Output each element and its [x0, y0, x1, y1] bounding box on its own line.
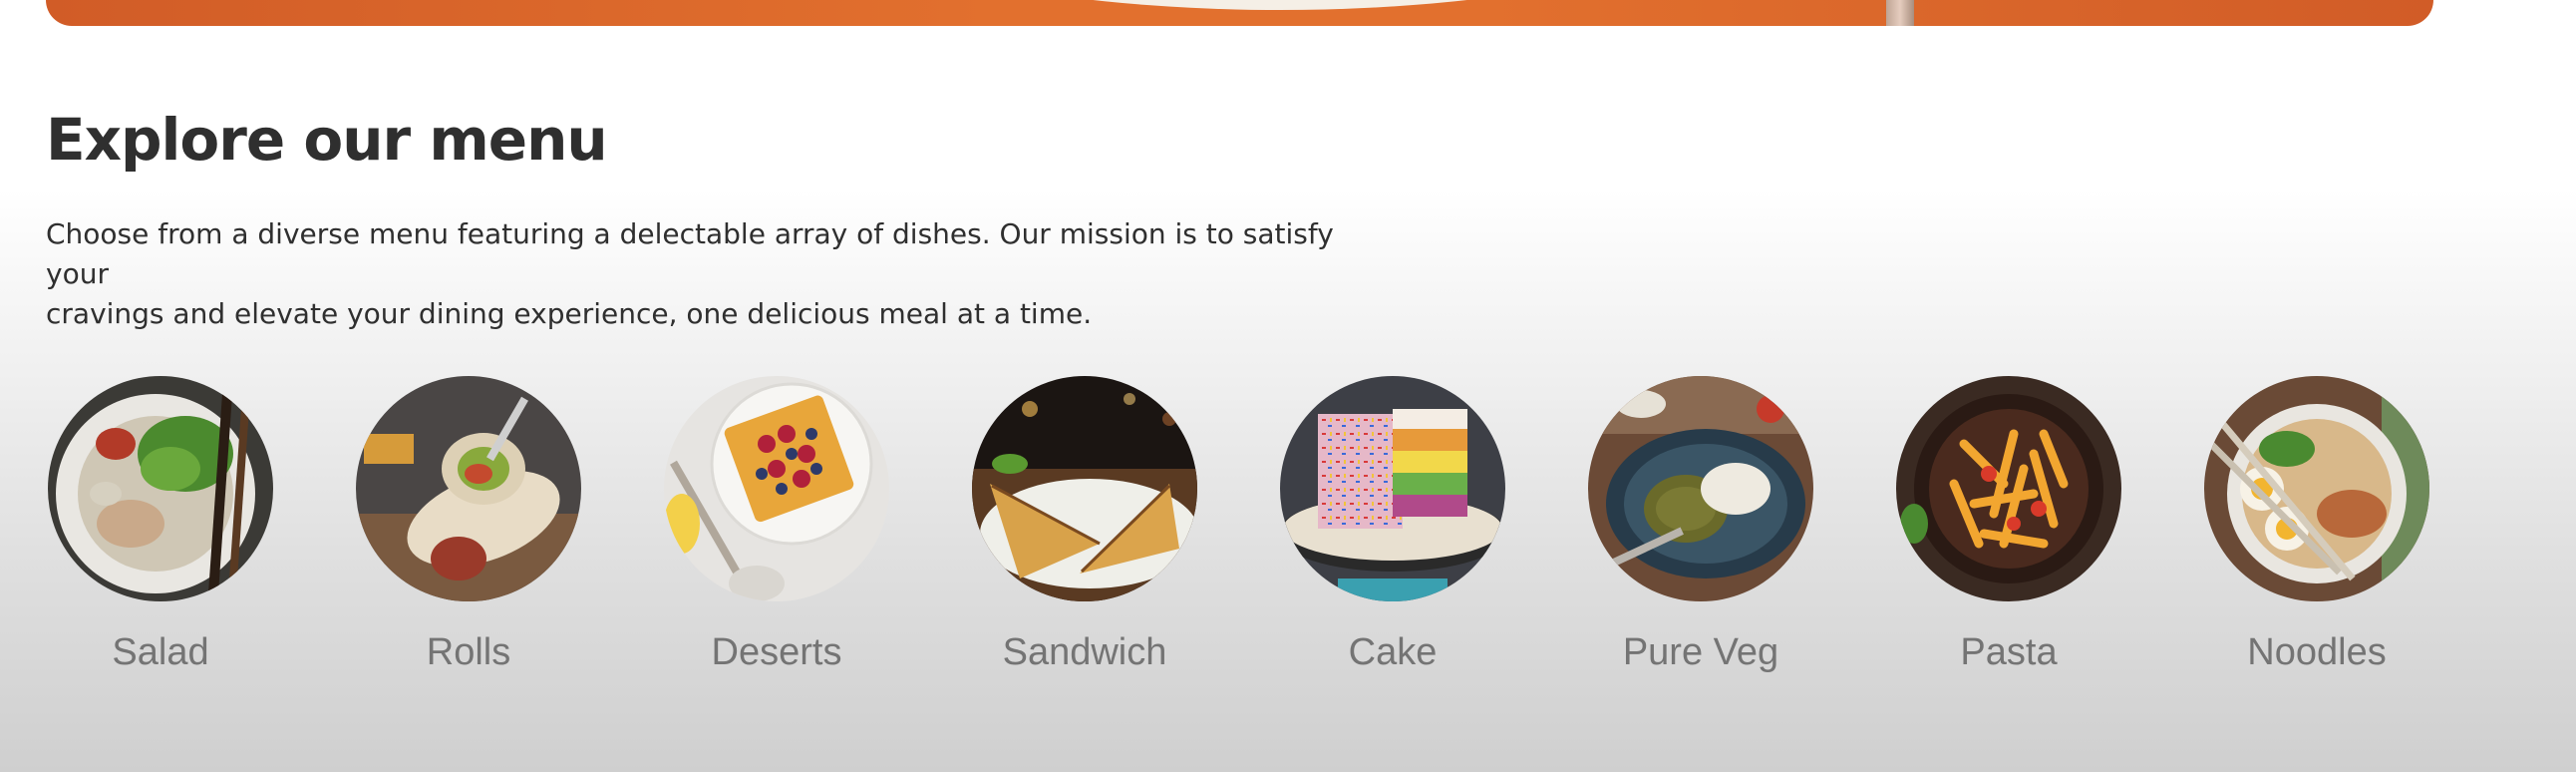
section-description: Choose from a diverse menu featuring a d… — [46, 214, 1402, 334]
hero-plate — [821, 0, 1739, 10]
menu-item-rolls[interactable]: Rolls — [354, 374, 583, 674]
cake-image — [1280, 376, 1505, 601]
menu-item-pure-veg[interactable]: Pure Veg — [1586, 374, 1815, 674]
menu-item-label: Pasta — [1960, 631, 2058, 673]
menu-category-list: Salad Rolls Deserts Sandwich Cake Pure V… — [46, 374, 2438, 693]
description-line-1: Choose from a diverse menu featuring a d… — [46, 217, 1334, 290]
menu-item-salad[interactable]: Salad — [46, 374, 275, 674]
menu-item-pasta[interactable]: Pasta — [1894, 374, 2123, 674]
noodles-image — [2204, 376, 2429, 601]
menu-item-label: Sandwich — [1002, 631, 1167, 673]
menu-item-noodles[interactable]: Noodles — [2202, 374, 2431, 674]
menu-item-deserts[interactable]: Deserts — [662, 374, 891, 674]
sandwich-image — [972, 376, 1197, 601]
menu-item-sandwich[interactable]: Sandwich — [970, 374, 1199, 674]
menu-item-label: Deserts — [711, 631, 842, 673]
hero-banner — [46, 0, 2433, 26]
hero-fork — [1886, 0, 1914, 26]
pure-veg-image — [1588, 376, 1813, 601]
salad-image — [48, 376, 273, 601]
menu-item-cake[interactable]: Cake — [1278, 374, 1507, 674]
explore-menu-section: Explore our menu Choose from a diverse m… — [46, 100, 2438, 330]
menu-item-label: Salad — [112, 631, 209, 673]
menu-item-label: Rolls — [426, 631, 511, 673]
menu-item-label: Cake — [1348, 631, 1438, 673]
section-title: Explore our menu — [46, 106, 608, 174]
description-line-2: cravings and elevate your dining experie… — [46, 297, 1093, 330]
rolls-image — [356, 376, 581, 601]
pasta-image — [1896, 376, 2121, 601]
deserts-image — [664, 376, 889, 601]
menu-item-label: Noodles — [2247, 631, 2387, 673]
menu-item-label: Pure Veg — [1622, 631, 1779, 673]
